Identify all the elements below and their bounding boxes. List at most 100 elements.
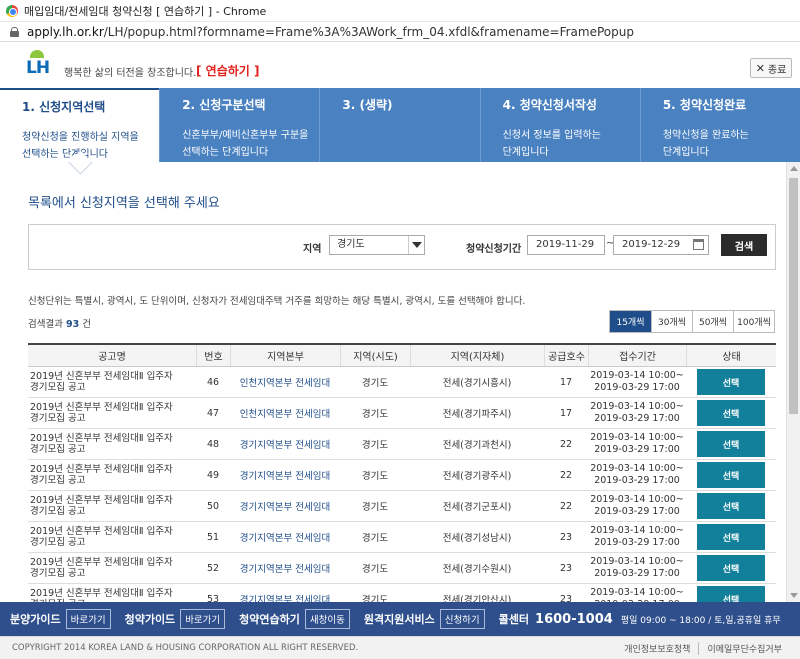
col-header: 접수기간 <box>588 345 686 366</box>
status-cell: 선택 <box>686 460 776 490</box>
table-row: 2019년 신혼부부 전세임대Ⅱ 입주자경기모집 공고 53 경기지역본부 전세임대… <box>28 584 776 602</box>
announcement-table: 공고명 번호 지역본부 지역(시도) 지역(지자체) 공급호수 접수기간 상태 … <box>28 343 776 602</box>
notice-text: 신청단위는 특별시, 광역시, 도 단위이며, 신청자가 전세임대주택 거주를 … <box>28 296 526 307</box>
step-tabs: 1. 신청지역선택 청약신청을 진행하실 지역을 선택하는 단계입니다 2. 신… <box>0 88 800 162</box>
footer-link-button[interactable]: 바로가기 <box>180 609 226 629</box>
step-1: 1. 신청지역선택 청약신청을 진행하실 지역을 선택하는 단계입니다 <box>0 88 160 162</box>
step-title: 3. (생략) <box>342 98 393 112</box>
receipt-period: 2019-03-14 10:00~2019-03-29 17:00 <box>590 494 684 517</box>
table-row: 2019년 신혼부부 전세임대Ⅱ 입주자 경기모집 공고 50 경기지역본부 전세임대… <box>28 491 776 522</box>
status-cell: 선택 <box>686 429 776 459</box>
col-header: 번호 <box>196 345 230 366</box>
select-button[interactable]: 선택 <box>697 400 765 426</box>
email-refusal-link[interactable]: 이메일무단수집거부 <box>698 642 790 655</box>
chrome-icon <box>6 4 18 17</box>
page-size-15[interactable]: 15개씩 <box>610 311 651 332</box>
scroll-up-icon[interactable] <box>790 166 798 171</box>
select-button[interactable]: 선택 <box>697 586 765 602</box>
privacy-policy-link[interactable]: 개인정보보호정책 <box>616 642 698 655</box>
scroll-thumb[interactable] <box>789 178 798 414</box>
supply-count: 22 <box>559 438 573 450</box>
region-sido: 경기도 <box>361 378 389 389</box>
address-bar[interactable]: apply.lh.or.kr/LH/popup.html?formname=Fr… <box>0 22 800 42</box>
region-select[interactable]: 경기도 <box>329 235 425 255</box>
select-button[interactable]: 선택 <box>697 369 765 395</box>
status-cell: 선택 <box>686 398 776 428</box>
region-sido: 경기도 <box>361 471 389 482</box>
lh-logo: LH <box>26 50 50 78</box>
step-5: 5. 청약신청완료 청약신청을 완료하는 단계입니다 <box>639 88 800 162</box>
receipt-period: 2019-03-14 10:00~2019-03-29 17:00 <box>590 587 684 602</box>
step-desc: 단계입니다 <box>662 147 709 158</box>
step-desc: 단계입니다 <box>502 147 549 158</box>
footer-item: 분양가이드 바로가기 <box>10 609 111 629</box>
page-size-100[interactable]: 100개씩 <box>733 311 774 332</box>
copyright-bar: COPYRIGHT 2014 KOREA LAND & HOUSING CORP… <box>0 636 800 659</box>
close-icon: ✕ <box>755 61 765 75</box>
receipt-period: 2019-03-14 10:00~2019-03-29 17:00 <box>590 525 684 548</box>
footer-link-button[interactable]: 신청하기 <box>439 609 485 629</box>
regional-hq: 경기지역본부 전세임대 <box>239 502 331 513</box>
region-sido: 경기도 <box>361 502 389 513</box>
slogan: 행복한 삶의 터전을 창조합니다. <box>64 68 197 79</box>
footer-links: 개인정보보호정책 이메일무단수집거부 <box>616 642 790 655</box>
page-size-50[interactable]: 50개씩 <box>692 311 733 332</box>
select-button[interactable]: 선택 <box>697 493 765 519</box>
search-panel: 지역 경기도 청약신청기간 2019-11-29 ~ 2019-12-29 검색 <box>28 224 776 270</box>
col-header: 지역(시도) <box>340 345 410 366</box>
region-sido: 경기도 <box>361 409 389 420</box>
col-header: 상태 <box>686 345 776 366</box>
select-button[interactable]: 선택 <box>697 555 765 581</box>
scroll-down-icon[interactable] <box>790 593 798 598</box>
vertical-scrollbar[interactable] <box>786 162 800 602</box>
status-cell: 선택 <box>686 367 776 397</box>
page-size-selector: 15개씩 30개씩 50개씩 100개씩 <box>609 310 775 333</box>
calendar-icon[interactable] <box>693 239 704 250</box>
business-hours: 평일 09:00 ~ 18:00 / 토,일,공휴일 휴무 <box>620 615 781 626</box>
date-from-input[interactable]: 2019-11-29 <box>527 235 605 255</box>
regional-hq: 인천지역본부 전세임대 <box>239 378 331 389</box>
receipt-period: 2019-03-14 10:00~2019-03-29 17:00 <box>590 370 684 393</box>
step-desc: 청약신청을 진행하실 지역을 <box>22 132 139 143</box>
table-row: 2019년 신혼부부 전세임대Ⅱ 입주자 경기모집 공고 48 경기지역본부 전세임대… <box>28 429 776 460</box>
supply-count: 22 <box>559 500 573 512</box>
region-local: 전세(경기과천시) <box>442 440 512 451</box>
step-desc: 신혼부부/예비신혼부부 구분을 <box>182 130 309 141</box>
col-header: 공고명 <box>98 352 126 363</box>
result-count: 검색결과 93 건 <box>28 319 92 330</box>
search-button[interactable]: 검색 <box>721 234 767 256</box>
step-title: 2. 신청구분선택 <box>182 98 266 112</box>
practice-tag: [ 연습하기 ] <box>196 64 260 78</box>
region-local: 전세(경기성남시) <box>442 533 512 544</box>
status-cell: 선택 <box>686 553 776 583</box>
period-label: 청약신청기간 <box>466 244 522 255</box>
select-button[interactable]: 선택 <box>697 431 765 457</box>
chevron-down-icon[interactable] <box>408 236 424 254</box>
col-header: 공급호수 <box>544 345 588 366</box>
main-content: 목록에서 신청지역을 선택해 주세요 지역 경기도 청약신청기간 2019-11… <box>0 162 786 602</box>
announcement-name: 2019년 신혼부부 전세임대Ⅱ 입주자경기모집 공고 <box>30 464 173 486</box>
footer-item: 청약가이드 바로가기 <box>125 609 226 629</box>
receipt-period: 2019-03-14 10:00~2019-03-29 17:00 <box>590 432 684 455</box>
lock-icon <box>10 26 19 37</box>
regional-hq: 경기지역본부 전세임대 <box>239 440 331 451</box>
footer-link-button[interactable]: 바로가기 <box>65 609 111 629</box>
row-number: 48 <box>206 438 220 450</box>
close-button[interactable]: ✕ 종료 <box>750 58 792 78</box>
table-row: 2019년 신혼부부 전세임대Ⅱ 입주자 경기모집 공고 51 경기지역본부 전세임대… <box>28 522 776 553</box>
regional-hq: 경기지역본부 전세임대 <box>239 471 331 482</box>
region-local: 전세(경기광주시) <box>442 471 512 482</box>
regional-hq: 인천지역본부 전세임대 <box>239 409 331 420</box>
row-number: 53 <box>206 593 220 603</box>
regional-hq: 경기지역본부 전세임대 <box>239 564 331 575</box>
page-size-30[interactable]: 30개씩 <box>651 311 692 332</box>
select-button[interactable]: 선택 <box>697 524 765 550</box>
browser-title-bar: 매입임대/전세임대 청약신청 [ 연습하기 ] - Chrome <box>0 0 800 22</box>
step-2: 2. 신청구분선택 신혼부부/예비신혼부부 구분을 선택하는 단계입니다 <box>159 88 319 162</box>
table-header: 공고명 번호 지역본부 지역(시도) 지역(지자체) 공급호수 접수기간 상태 <box>28 345 776 367</box>
url-text[interactable]: apply.lh.or.kr/LH/popup.html?formname=Fr… <box>27 25 634 39</box>
select-button[interactable]: 선택 <box>697 462 765 488</box>
region-local: 전세(경기수원시) <box>442 564 512 575</box>
footer-link-button[interactable]: 새창이동 <box>304 609 350 629</box>
date-to-input[interactable]: 2019-12-29 <box>613 235 709 255</box>
